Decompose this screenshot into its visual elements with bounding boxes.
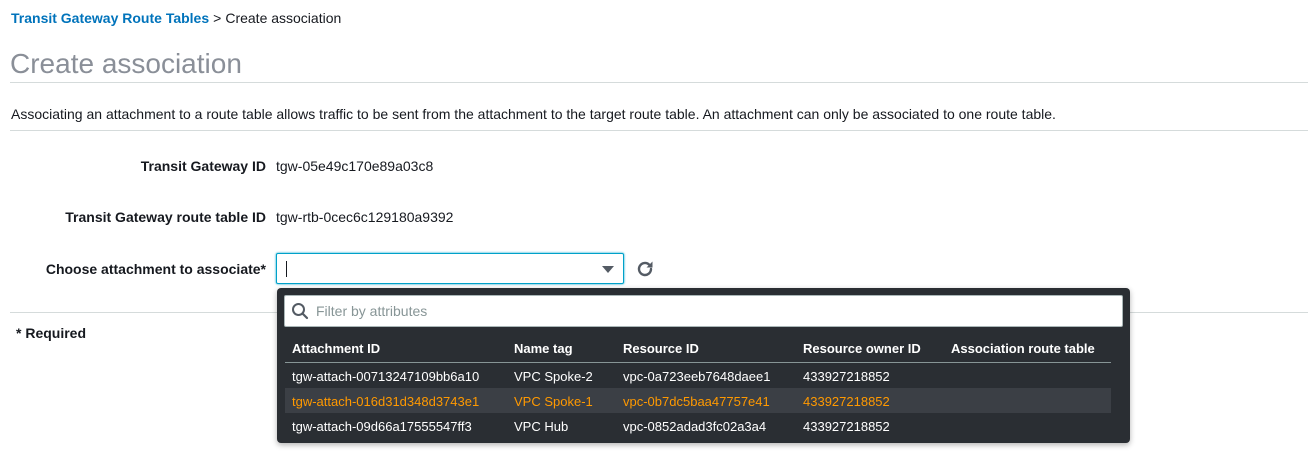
- breadcrumb-link-route-tables[interactable]: Transit Gateway Route Tables: [11, 10, 209, 26]
- attachment-id-cell: tgw-attach-016d31d348d3743e1: [292, 394, 480, 409]
- table-row-highlighted[interactable]: tgw-attach-016d31d348d3743e1 VPC Spoke-1…: [285, 388, 1111, 413]
- resource-owner-id-cell: 433927218852: [803, 419, 890, 434]
- attachment-id-cell: tgw-attach-00713247109bb6a10: [292, 369, 480, 384]
- attachment-table: Attachment ID Name tag Resource ID Resou…: [285, 336, 1111, 438]
- chevron-down-icon[interactable]: [602, 266, 614, 273]
- table-row[interactable]: tgw-attach-09d66a17555547ff3 VPC Hub vpc…: [285, 413, 1111, 438]
- rtb-id-label: Transit Gateway route table ID: [65, 209, 266, 225]
- refresh-icon[interactable]: [635, 259, 655, 279]
- filter-box[interactable]: [284, 295, 1123, 327]
- attachment-select[interactable]: [276, 253, 624, 284]
- column-header-association-route-table[interactable]: Association route table: [951, 341, 1095, 356]
- required-note: * Required: [16, 325, 87, 341]
- name-tag-cell: VPC Spoke-1: [514, 394, 593, 409]
- resource-owner-id-cell: 433927218852: [803, 394, 890, 409]
- page-title: Create association: [10, 48, 242, 79]
- filter-input[interactable]: [316, 296, 1106, 326]
- attachment-id-cell: tgw-attach-09d66a17555547ff3: [292, 419, 472, 434]
- column-header-resource-id[interactable]: Resource ID: [623, 341, 699, 356]
- breadcrumb: Transit Gateway Route Tables > Create asso…: [11, 10, 341, 26]
- tgw-id-label: Transit Gateway ID: [140, 158, 266, 174]
- attachment-dropdown: Attachment ID Name tag Resource ID Resou…: [277, 288, 1130, 443]
- attachment-select-label: Choose attachment to associate*: [45, 261, 266, 277]
- resource-owner-id-cell: 433927218852: [803, 369, 890, 384]
- resource-id-cell: vpc-0b7dc5baa47757e41: [623, 394, 770, 409]
- page-description: Associating an attachment to a route tab…: [11, 106, 1056, 122]
- tgw-id-value: tgw-05e49c170e89a03c8: [276, 158, 434, 174]
- search-icon: [292, 303, 309, 320]
- column-header-name-tag[interactable]: Name tag: [514, 341, 573, 356]
- text-cursor: [286, 261, 287, 277]
- title-divider: [10, 82, 1308, 83]
- resource-id-cell: vpc-0852adad3fc02a3a4: [623, 419, 767, 434]
- name-tag-cell: VPC Spoke-2: [514, 369, 593, 384]
- table-row[interactable]: tgw-attach-00713247109bb6a10 VPC Spoke-2…: [285, 363, 1111, 388]
- name-tag-cell: VPC Hub: [514, 419, 569, 434]
- resource-id-cell: vpc-0a723eeb7648daee1: [623, 369, 771, 384]
- breadcrumb-current: Create association: [225, 10, 342, 26]
- column-header-resource-owner-id[interactable]: Resource owner ID: [803, 341, 921, 356]
- description-divider: [10, 130, 1308, 131]
- table-header: Attachment ID Name tag Resource ID Resou…: [285, 336, 1111, 363]
- rtb-id-value: tgw-rtb-0cec6c129180a9392: [276, 209, 454, 225]
- breadcrumb-separator: >: [213, 10, 222, 26]
- column-header-attachment-id[interactable]: Attachment ID: [292, 341, 380, 356]
